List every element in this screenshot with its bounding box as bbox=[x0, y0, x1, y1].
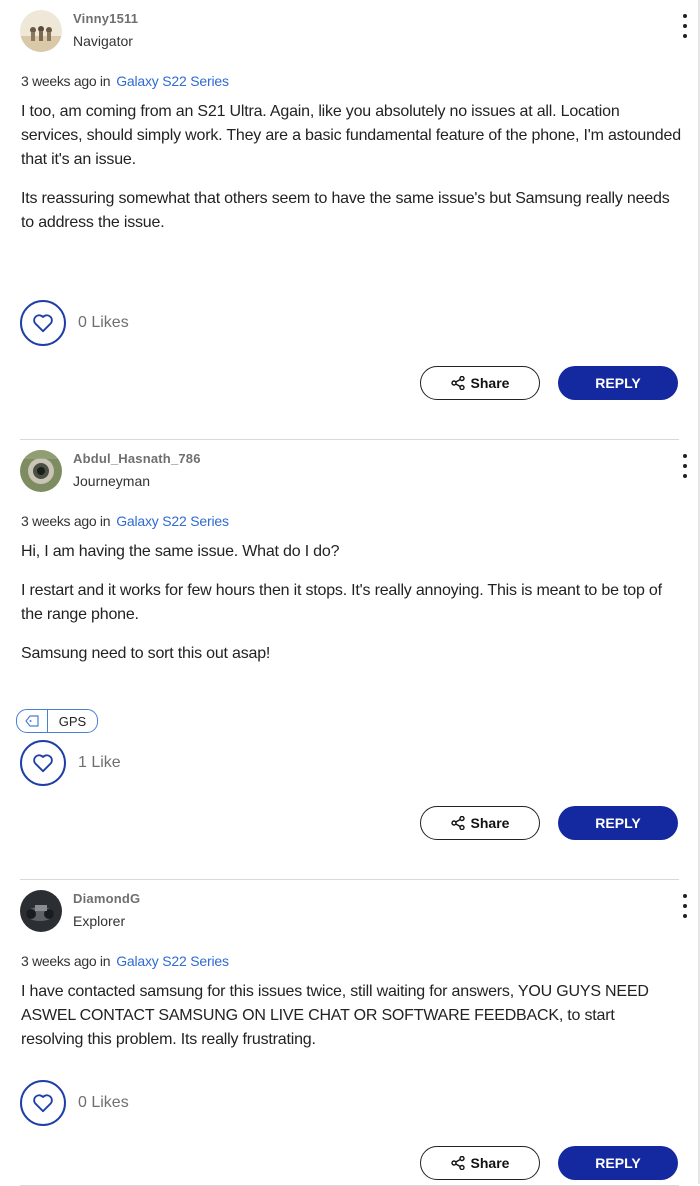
post-meta: 3 weeks ago in Galaxy S22 Series bbox=[21, 953, 229, 969]
post-time: 3 weeks ago in bbox=[21, 513, 111, 529]
post-meta: 3 weeks ago in Galaxy S22 Series bbox=[21, 513, 229, 529]
share-button[interactable]: Share bbox=[420, 1146, 540, 1180]
post-time: 3 weeks ago in bbox=[21, 73, 111, 89]
username[interactable]: DiamondG bbox=[73, 891, 140, 906]
post-paragraph: I have contacted samsung for this issues… bbox=[21, 983, 649, 1048]
post-paragraph: I too, am coming from an S21 Ultra. Agai… bbox=[21, 103, 681, 168]
like-button[interactable] bbox=[20, 300, 66, 346]
post-1: Vinny1511 Navigator 3 weeks ago in Galaxy… bbox=[20, 0, 687, 440]
tag-gps[interactable]: GPS bbox=[16, 709, 98, 733]
post-paragraph: I restart and it works for few hours the… bbox=[21, 582, 662, 623]
post-body: I have contacted samsung for this issues… bbox=[21, 980, 681, 1067]
post-time: 3 weeks ago in bbox=[21, 953, 111, 969]
username[interactable]: Vinny1511 bbox=[73, 11, 138, 26]
user-avatar[interactable] bbox=[20, 450, 62, 492]
tag-label: GPS bbox=[58, 713, 87, 729]
reply-button[interactable]: REPLY bbox=[558, 366, 678, 400]
like-button[interactable] bbox=[20, 740, 66, 786]
kebab-menu-icon[interactable] bbox=[675, 454, 695, 478]
reply-button[interactable]: REPLY bbox=[558, 1146, 678, 1180]
reply-button[interactable]: REPLY bbox=[558, 806, 678, 840]
post-3: DiamondG Explorer 3 weeks ago in Galaxy S… bbox=[20, 880, 687, 1186]
post-body: I too, am coming from an S21 Ultra. Agai… bbox=[21, 100, 681, 250]
post-body: Hi, I am having the same issue. What do … bbox=[21, 540, 681, 681]
user-rank: Navigator bbox=[73, 33, 133, 49]
username[interactable]: Abdul_Hasnath_786 bbox=[73, 451, 201, 466]
user-avatar[interactable] bbox=[20, 10, 62, 52]
heart-icon bbox=[33, 754, 53, 773]
user-avatar[interactable] bbox=[20, 890, 62, 932]
share-label: Share bbox=[470, 1155, 510, 1171]
post-paragraph: Samsung need to sort this out asap! bbox=[21, 645, 271, 662]
kebab-menu-icon[interactable] bbox=[675, 894, 695, 918]
tag-icon bbox=[17, 710, 48, 732]
share-label: Share bbox=[470, 375, 510, 391]
kebab-menu-icon[interactable] bbox=[675, 14, 695, 38]
share-label: Share bbox=[470, 815, 510, 831]
board-link[interactable]: Galaxy S22 Series bbox=[116, 513, 229, 529]
board-link[interactable]: Galaxy S22 Series bbox=[116, 73, 229, 89]
board-link[interactable]: Galaxy S22 Series bbox=[116, 953, 229, 969]
like-button[interactable] bbox=[20, 1080, 66, 1126]
like-count: 1 Like bbox=[78, 754, 121, 771]
like-count: 0 Likes bbox=[78, 314, 129, 331]
post-2: Abdul_Hasnath_786 Journeyman 3 weeks ago… bbox=[16, 440, 687, 880]
user-rank: Explorer bbox=[73, 913, 126, 929]
heart-icon bbox=[33, 1094, 53, 1113]
post-meta: 3 weeks ago in Galaxy S22 Series bbox=[21, 73, 229, 89]
share-icon bbox=[450, 816, 465, 830]
like-count: 0 Likes bbox=[78, 1094, 129, 1111]
heart-icon bbox=[33, 314, 53, 333]
post-paragraph: Its reassuring somewhat that others seem… bbox=[21, 190, 670, 231]
share-icon bbox=[450, 376, 465, 390]
post-paragraph: Hi, I am having the same issue. What do … bbox=[21, 543, 340, 560]
share-button[interactable]: Share bbox=[420, 806, 540, 840]
share-button[interactable]: Share bbox=[420, 366, 540, 400]
share-icon bbox=[450, 1156, 465, 1170]
user-rank: Journeyman bbox=[73, 473, 151, 489]
